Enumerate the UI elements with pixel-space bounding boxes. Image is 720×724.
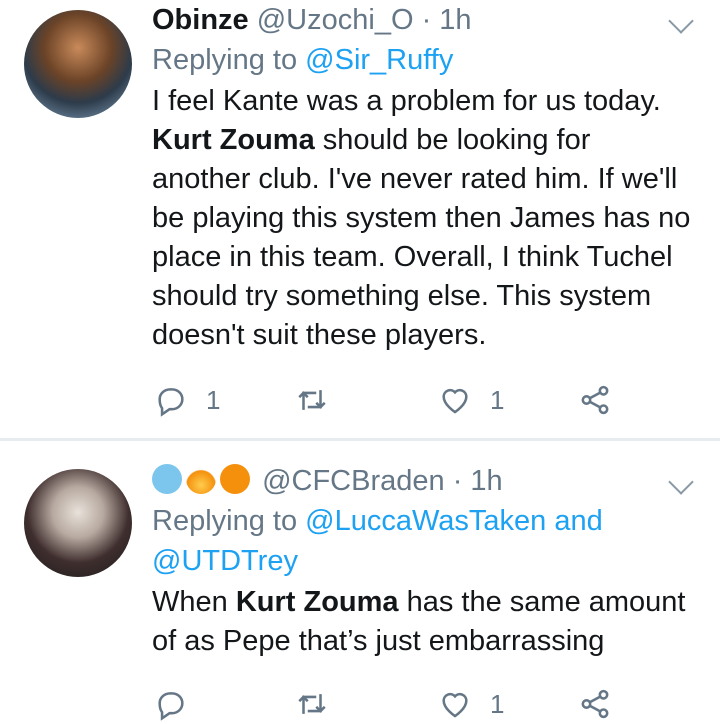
orange-circle-emoji: [220, 464, 250, 494]
mention-link[interactable]: @Sir_Ruffy: [305, 44, 453, 76]
replying-prefix: Replying to: [152, 44, 306, 76]
like-icon: [442, 388, 468, 414]
replying-prefix: Replying to: [152, 505, 306, 537]
reply-count: 1: [206, 384, 221, 415]
tweet-text: I feel Kante was a problem for us today.…: [152, 82, 696, 355]
avatar[interactable]: [24, 10, 132, 118]
tweet-header: @CFCBraden · 1h: [152, 461, 696, 501]
tweet-card[interactable]: @CFCBraden · 1h Replying to @LuccaWasTak…: [0, 441, 720, 721]
reply-icon: [158, 388, 184, 417]
display-name[interactable]: [152, 464, 254, 497]
avatar[interactable]: [24, 469, 132, 577]
tweet-text-start: I feel Kante was a problem for us today.: [152, 85, 661, 117]
like-icon: [442, 692, 468, 718]
tweet-card[interactable]: Obinze @Uzochi_O · 1h Replying to @Sir_R…: [0, 0, 720, 440]
share-icon: [581, 689, 609, 719]
retweet-button[interactable]: [295, 380, 347, 420]
timestamp[interactable]: · 1h: [453, 465, 503, 497]
tweet-text: When Kurt Zouma has the same amount of a…: [152, 583, 696, 661]
timestamp[interactable]: · 1h: [422, 4, 472, 36]
handle[interactable]: @CFCBraden: [262, 465, 445, 497]
tweet-text-start: When: [152, 586, 236, 618]
cold-face-emoji: [152, 464, 182, 494]
like-button[interactable]: 1: [438, 380, 504, 420]
tweet-header: Obinze @Uzochi_O · 1h: [152, 0, 696, 40]
like-button[interactable]: 1: [438, 684, 504, 724]
share-button[interactable]: [578, 380, 612, 420]
handle[interactable]: @Uzochi_O: [257, 4, 414, 36]
like-count: 1: [490, 384, 505, 415]
reply-button[interactable]: [154, 684, 206, 724]
tweet-text-highlight: Kurt Zouma: [235, 586, 399, 618]
replying-to: Replying to @LuccaWasTaken and @UTDTrey: [152, 501, 696, 581]
share-icon: [581, 385, 609, 415]
display-name[interactable]: Obinze: [152, 4, 249, 36]
retweet-icon: [298, 694, 326, 714]
tweet-text-end: should be looking for another club. I've…: [152, 124, 691, 351]
share-button[interactable]: [578, 684, 612, 724]
tweet-actions: 1 1: [152, 380, 696, 420]
reply-button[interactable]: 1: [154, 380, 220, 420]
retweet-icon: [298, 390, 326, 410]
tweet-actions: 1: [152, 684, 696, 724]
fire-emoji: [186, 464, 216, 494]
tweet-text-highlight: Kurt Zouma: [152, 124, 315, 156]
like-count: 1: [490, 688, 505, 719]
replying-to: Replying to @Sir_Ruffy: [152, 40, 696, 80]
tweet-content: @CFCBraden · 1h Replying to @LuccaWasTak…: [152, 461, 696, 661]
reply-icon: [158, 692, 184, 721]
retweet-button[interactable]: [295, 684, 347, 724]
tweet-content: Obinze @Uzochi_O · 1h Replying to @Sir_R…: [152, 0, 696, 355]
